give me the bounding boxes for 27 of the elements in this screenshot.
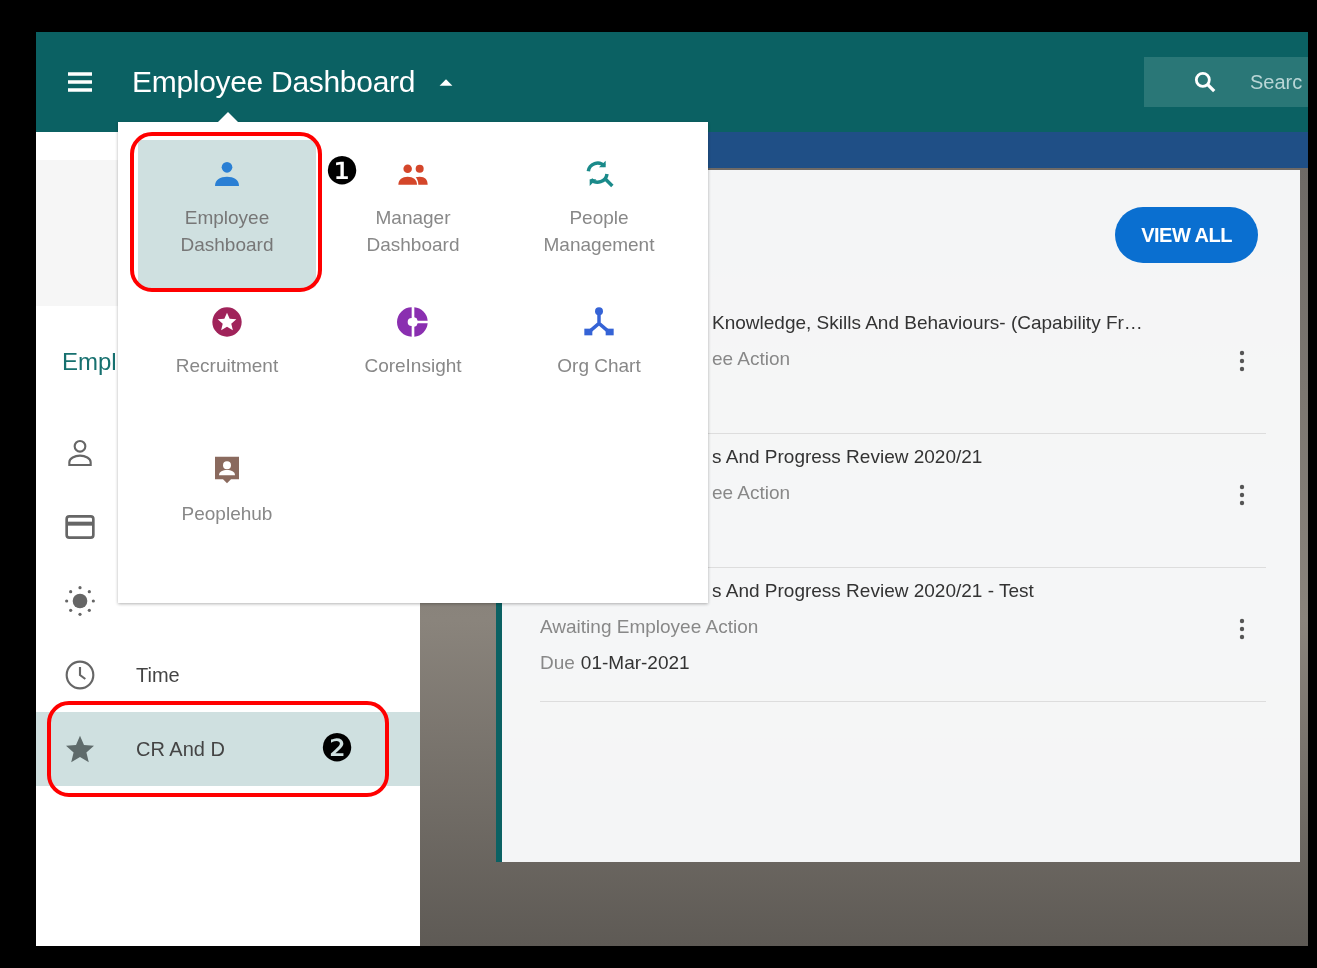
more-options-icon[interactable]: [1238, 482, 1246, 508]
due-date: 01-Mar-2021: [580, 652, 690, 674]
app-menu-item[interactable]: Employee Dashboard: [138, 140, 316, 288]
task-title[interactable]: Knowledge, Skills And Behaviours- (Capability Fr…: [712, 312, 1143, 334]
task-status: ee Action: [712, 482, 791, 504]
step-number: ❷: [320, 729, 354, 767]
sun-icon[interactable]: [64, 585, 96, 617]
task-status: ee Action: [712, 348, 791, 370]
step-number: ❶: [325, 152, 359, 190]
app-menu-item[interactable]: Org Chart: [557, 288, 641, 436]
search-icon: [1192, 69, 1218, 95]
page-title[interactable]: Employee Dashboard: [132, 65, 416, 99]
section-heading: Empl: [62, 348, 117, 376]
task-title[interactable]: s And Progress Review 2020/21: [712, 446, 983, 468]
app-menu-item[interactable]: CoreInsight: [364, 288, 462, 436]
more-options-icon[interactable]: [1238, 616, 1246, 642]
app-menu-item[interactable]: People Management: [541, 140, 657, 288]
app-menu-item[interactable]: Recruitment: [175, 288, 279, 436]
nav-label[interactable]: Time: [136, 663, 180, 687]
task-title[interactable]: s And Progress Review 2020/21 - Test: [712, 580, 1034, 602]
app-menu-item[interactable]: Peoplehub: [181, 436, 273, 584]
view-all-button[interactable]: VIEW ALL: [1115, 207, 1258, 263]
more-options-icon[interactable]: [1238, 348, 1246, 374]
clock-icon[interactable]: [64, 659, 96, 691]
due-label: Due: [540, 652, 575, 674]
search-field[interactable]: Searc: [1144, 57, 1308, 107]
task-status: Awaiting Employee Action: [540, 616, 759, 638]
